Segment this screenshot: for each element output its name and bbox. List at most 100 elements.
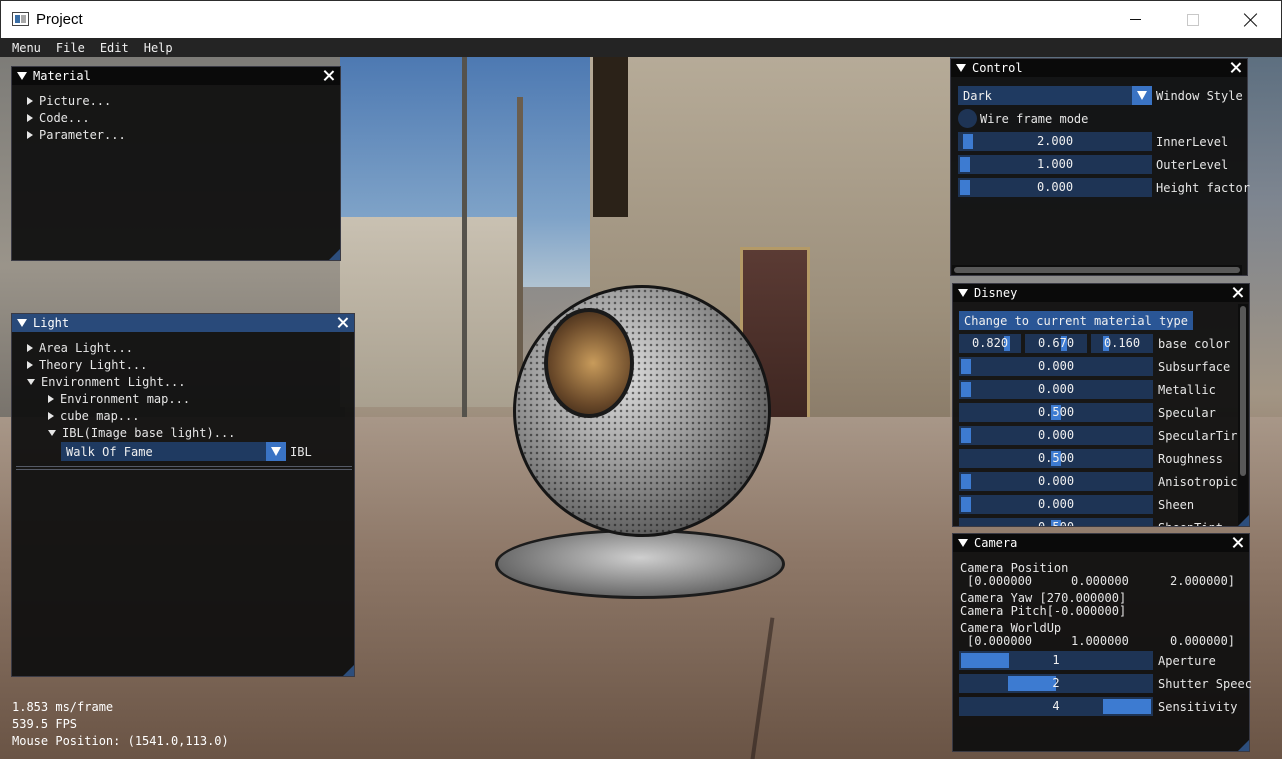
ibl-combo[interactable]: Walk Of Fame xyxy=(61,442,286,461)
menu-bar: Menu File Edit Help xyxy=(0,38,1282,57)
wireframe-label: Wire frame mode xyxy=(980,112,1089,126)
collapse-arrow-icon xyxy=(27,378,35,385)
outer-level-slider[interactable]: 1.000 xyxy=(958,155,1152,174)
control-panel-title: Control xyxy=(972,61,1023,75)
disney-param-slider[interactable]: 0.000 xyxy=(959,426,1153,445)
window-style-combo[interactable]: Dark xyxy=(958,86,1152,105)
resize-grip[interactable] xyxy=(1238,515,1249,526)
close-window-button[interactable] xyxy=(1222,1,1280,38)
resize-grip[interactable] xyxy=(343,665,354,676)
close-icon[interactable] xyxy=(1232,287,1244,299)
camera-worldup-label: Camera WorldUp xyxy=(960,621,1062,635)
tree-node-environment-map[interactable]: Environment map... xyxy=(48,390,190,407)
slider-value: 0.000 xyxy=(1037,382,1075,396)
tree-node-code[interactable]: Code... xyxy=(27,109,90,126)
collapse-arrow-icon xyxy=(48,429,56,436)
camera-position-y: 0.000000 xyxy=(1071,574,1129,588)
tree-node-label: Picture... xyxy=(39,93,112,108)
camera-pitch: Camera Pitch[-0.000000] xyxy=(960,604,1127,618)
slider-value: 0.670 xyxy=(1037,336,1075,350)
tree-node-picture[interactable]: Picture... xyxy=(27,92,111,109)
collapse-triangle-icon[interactable] xyxy=(17,72,27,80)
inner-level-slider[interactable]: 2.000 xyxy=(958,132,1152,151)
mouse-position-text: Mouse Position: (1541.0,113.0) xyxy=(12,734,229,748)
menu-file[interactable]: File xyxy=(50,41,91,55)
disney-panel-header[interactable]: Disney xyxy=(953,284,1249,302)
tree-node-parameter[interactable]: Parameter... xyxy=(27,126,126,143)
camera-worldup-z: 0.000000] xyxy=(1170,634,1236,648)
close-icon[interactable] xyxy=(337,317,349,329)
menu-menu[interactable]: Menu xyxy=(6,41,47,55)
resize-grip[interactable] xyxy=(329,249,340,260)
light-panel-header[interactable]: Light xyxy=(12,314,354,332)
scrollbar-thumb[interactable] xyxy=(1240,306,1246,476)
tree-node-area-light[interactable]: Area Light... xyxy=(27,339,133,356)
slider-value: 0.820 xyxy=(971,336,1009,350)
tree-node-label: Environment map... xyxy=(60,391,191,406)
camera-param-slider[interactable]: 4 xyxy=(959,697,1153,716)
slider-value: 4 xyxy=(1052,699,1060,713)
menu-edit[interactable]: Edit xyxy=(94,41,135,55)
camera-param-slider[interactable]: 2 xyxy=(959,674,1153,693)
control-panel: Control Dark Window Style Wire frame mod… xyxy=(950,58,1250,276)
collapse-triangle-icon[interactable] xyxy=(958,289,968,297)
base-color-g-slider[interactable]: 0.670 xyxy=(1025,334,1087,353)
base-color-r-slider[interactable]: 0.820 xyxy=(959,334,1021,353)
tree-node-environment-light[interactable]: Environment Light... xyxy=(27,373,186,390)
collapse-triangle-icon[interactable] xyxy=(958,539,968,547)
tree-node-cube-map[interactable]: cube map... xyxy=(48,407,139,424)
vertical-scrollbar[interactable] xyxy=(1238,304,1248,526)
camera-position-x: [0.000000 xyxy=(967,574,1033,588)
slider-label: OuterLevel xyxy=(1156,158,1229,172)
slider-label: Specular xyxy=(1158,406,1216,420)
window-style-label: Window Style xyxy=(1156,89,1243,103)
slider-label: Shutter Speec xyxy=(1158,677,1252,691)
disney-param-slider[interactable]: 0.000 xyxy=(959,380,1153,399)
scrollbar-thumb[interactable] xyxy=(954,267,1240,273)
slider-value: 0.160 xyxy=(1103,336,1141,350)
disney-param-slider[interactable]: 0.500 xyxy=(959,449,1153,468)
combo-arrow-button[interactable] xyxy=(1132,86,1152,105)
tree-node-theory-light[interactable]: Theory Light... xyxy=(27,356,147,373)
collapse-triangle-icon[interactable] xyxy=(956,64,966,72)
camera-param-slider[interactable]: 1 xyxy=(959,651,1153,670)
base-color-label: base color xyxy=(1158,337,1231,351)
collapse-triangle-icon[interactable] xyxy=(17,319,27,327)
window-titlebar: Project xyxy=(0,0,1282,38)
minimize-button[interactable] xyxy=(1106,1,1164,38)
maximize-button[interactable] xyxy=(1164,1,1222,38)
combo-arrow-button[interactable] xyxy=(266,442,286,461)
model-pedestal xyxy=(495,529,785,599)
slider-value: 0.500 xyxy=(1037,451,1075,465)
chevron-down-icon xyxy=(271,447,281,456)
camera-worldup-x: [0.000000 xyxy=(967,634,1033,648)
close-icon[interactable] xyxy=(1230,62,1242,74)
control-panel-header[interactable]: Control xyxy=(951,59,1247,77)
model-sphere xyxy=(513,285,771,537)
slider-value: 0.000 xyxy=(1037,428,1075,442)
material-panel: Material Picture... Code... Parameter... xyxy=(11,66,341,261)
resize-grip[interactable] xyxy=(1238,740,1249,751)
tree-node-label: Parameter... xyxy=(39,127,126,142)
camera-panel-header[interactable]: Camera xyxy=(953,534,1249,552)
change-material-type-button[interactable]: Change to current material type xyxy=(959,311,1193,330)
base-color-b-slider[interactable]: 0.160 xyxy=(1091,334,1153,353)
close-icon[interactable] xyxy=(1232,537,1244,549)
slider-label: Height factor xyxy=(1156,181,1250,195)
height-factor-slider[interactable]: 0.000 xyxy=(958,178,1152,197)
slider-value: 1.000 xyxy=(1036,157,1074,171)
slider-value: 0.000 xyxy=(1036,180,1074,194)
slider-label: InnerLevel xyxy=(1156,135,1229,149)
disney-param-slider[interactable]: 0.500 xyxy=(959,518,1153,526)
material-panel-header[interactable]: Material xyxy=(12,67,340,85)
horizontal-scrollbar[interactable] xyxy=(952,265,1242,275)
disney-param-slider[interactable]: 0.000 xyxy=(959,357,1153,376)
disney-param-slider[interactable]: 0.500 xyxy=(959,403,1153,422)
menu-help[interactable]: Help xyxy=(138,41,179,55)
close-icon[interactable] xyxy=(323,70,335,82)
slider-label: Anisotropic xyxy=(1158,475,1238,489)
disney-param-slider[interactable]: 0.000 xyxy=(959,495,1153,514)
disney-param-slider[interactable]: 0.000 xyxy=(959,472,1153,491)
tree-node-ibl[interactable]: IBL(Image base light)... xyxy=(48,424,235,441)
wireframe-radio[interactable] xyxy=(958,109,977,128)
